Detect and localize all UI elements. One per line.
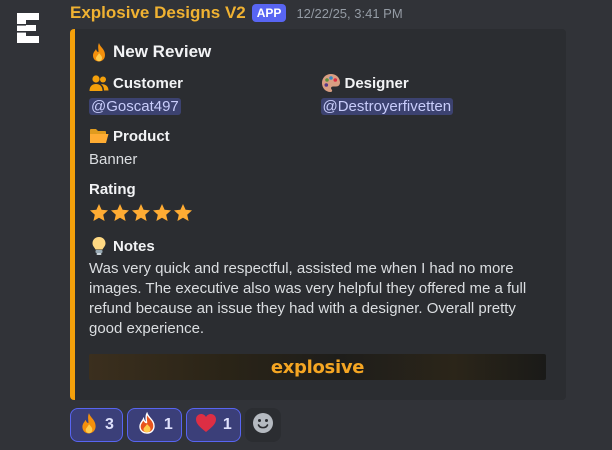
app-badge: APP [251, 4, 287, 22]
reaction-heart[interactable]: 1 [185, 408, 241, 442]
customer-field-label: Customer [89, 73, 321, 93]
add-reaction-button[interactable] [244, 408, 281, 442]
reaction-count: 1 [163, 416, 173, 433]
palette-icon [321, 73, 341, 93]
embed-title-text: New Review [113, 42, 212, 61]
author-name[interactable]: Explosive Designs V2 [70, 3, 246, 23]
star-icon [89, 203, 109, 228]
notes-field: Notes Was very quick and respectful, ass… [89, 236, 552, 339]
rating-field: Rating [89, 179, 552, 228]
designer-field: Designer @Destroyerfivetten [320, 73, 553, 117]
smiley-icon [252, 412, 274, 439]
designer-field-label: Designer [321, 73, 553, 93]
flame-outline-icon [136, 411, 158, 439]
reactions-bar: 3 1 1 [70, 408, 281, 442]
star-icon [152, 203, 172, 228]
product-field: Product Banner [89, 126, 552, 170]
fire-icon [79, 412, 99, 439]
reaction-fire[interactable]: 3 [70, 408, 123, 442]
star-icon [173, 203, 193, 228]
notes-label: Notes [113, 237, 155, 255]
people-icon [89, 73, 109, 93]
fire-icon [89, 42, 109, 62]
message: Explosive Designs V2 APP 12/22/25, 3:41 … [70, 0, 606, 400]
reaction-flame[interactable]: 1 [126, 408, 182, 442]
product-label: Product [113, 127, 170, 145]
notes-field-label: Notes [89, 236, 552, 256]
embed-title: New Review [89, 40, 552, 64]
rating-stars [89, 203, 552, 228]
customer-mention[interactable]: @Goscat497 [89, 98, 181, 115]
banner-logo-text: explosive [270, 356, 365, 378]
reaction-count: 1 [222, 416, 232, 433]
app-logo-icon [17, 13, 39, 43]
star-icon [110, 203, 130, 228]
reaction-count: 3 [105, 416, 114, 433]
customer-value-wrap: @Goscat497 [89, 97, 321, 117]
product-value: Banner [89, 151, 138, 168]
designer-label: Designer [344, 74, 409, 92]
avatar[interactable] [0, 0, 56, 56]
star-icon [131, 203, 151, 228]
notes-value: Was very quick and respectful, assisted … [89, 260, 527, 337]
rating-label: Rating [89, 180, 136, 198]
review-embed: New Review Customer @Goscat497 Designer [70, 29, 566, 400]
customer-field: Customer @Goscat497 [89, 73, 321, 117]
customer-label: Customer [113, 74, 184, 92]
product-field-label: Product [89, 126, 552, 146]
designer-value-wrap: @Destroyerfivetten [320, 97, 553, 117]
people-row: Customer @Goscat497 Designer @Destroyerf… [89, 73, 552, 117]
message-header: Explosive Designs V2 APP 12/22/25, 3:41 … [70, 0, 606, 26]
folder-icon [89, 126, 109, 146]
designer-mention[interactable]: @Destroyerfivetten [320, 98, 454, 115]
lightbulb-icon [89, 236, 109, 256]
timestamp[interactable]: 12/22/25, 3:41 PM [296, 6, 402, 21]
heart-icon [195, 413, 217, 438]
explosive-banner-image[interactable]: explosive [89, 354, 546, 380]
